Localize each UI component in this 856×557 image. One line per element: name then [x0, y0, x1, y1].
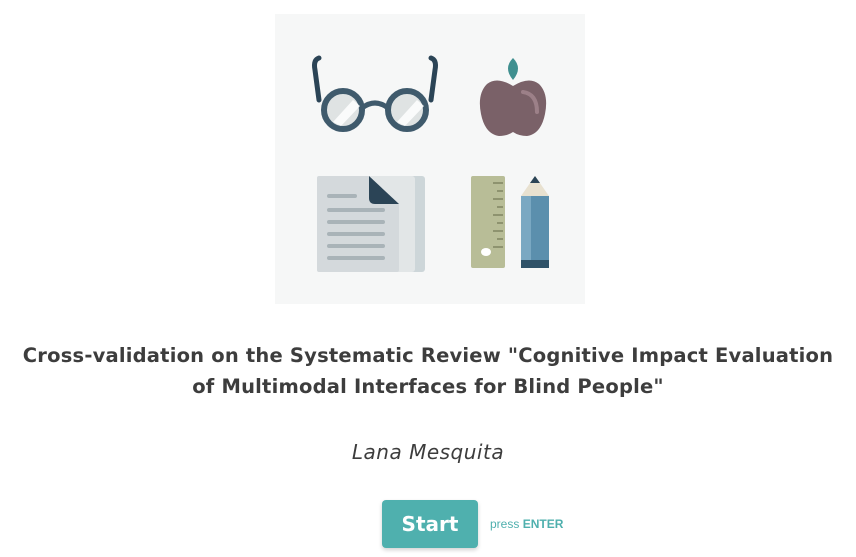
welcome-illustration [275, 14, 585, 304]
survey-title-line-2: of Multimodal Interfaces for Blind Peopl… [192, 375, 664, 398]
glasses-icon [312, 55, 438, 132]
document-icon [317, 176, 425, 272]
keyboard-hint: press ENTER [490, 517, 563, 531]
apple-icon [479, 58, 547, 136]
keyboard-hint-key: ENTER [522, 517, 564, 531]
ruler-icon [471, 176, 505, 268]
survey-title-line-1: Cross-validation on the Systematic Revie… [22, 344, 834, 367]
author-name: Lana Mesquita [351, 440, 505, 464]
survey-title: Cross-validation on the Systematic Revie… [10, 340, 846, 402]
start-button[interactable]: Start [382, 500, 478, 548]
keyboard-hint-prefix: press [490, 517, 520, 531]
pencil-icon [521, 176, 549, 268]
